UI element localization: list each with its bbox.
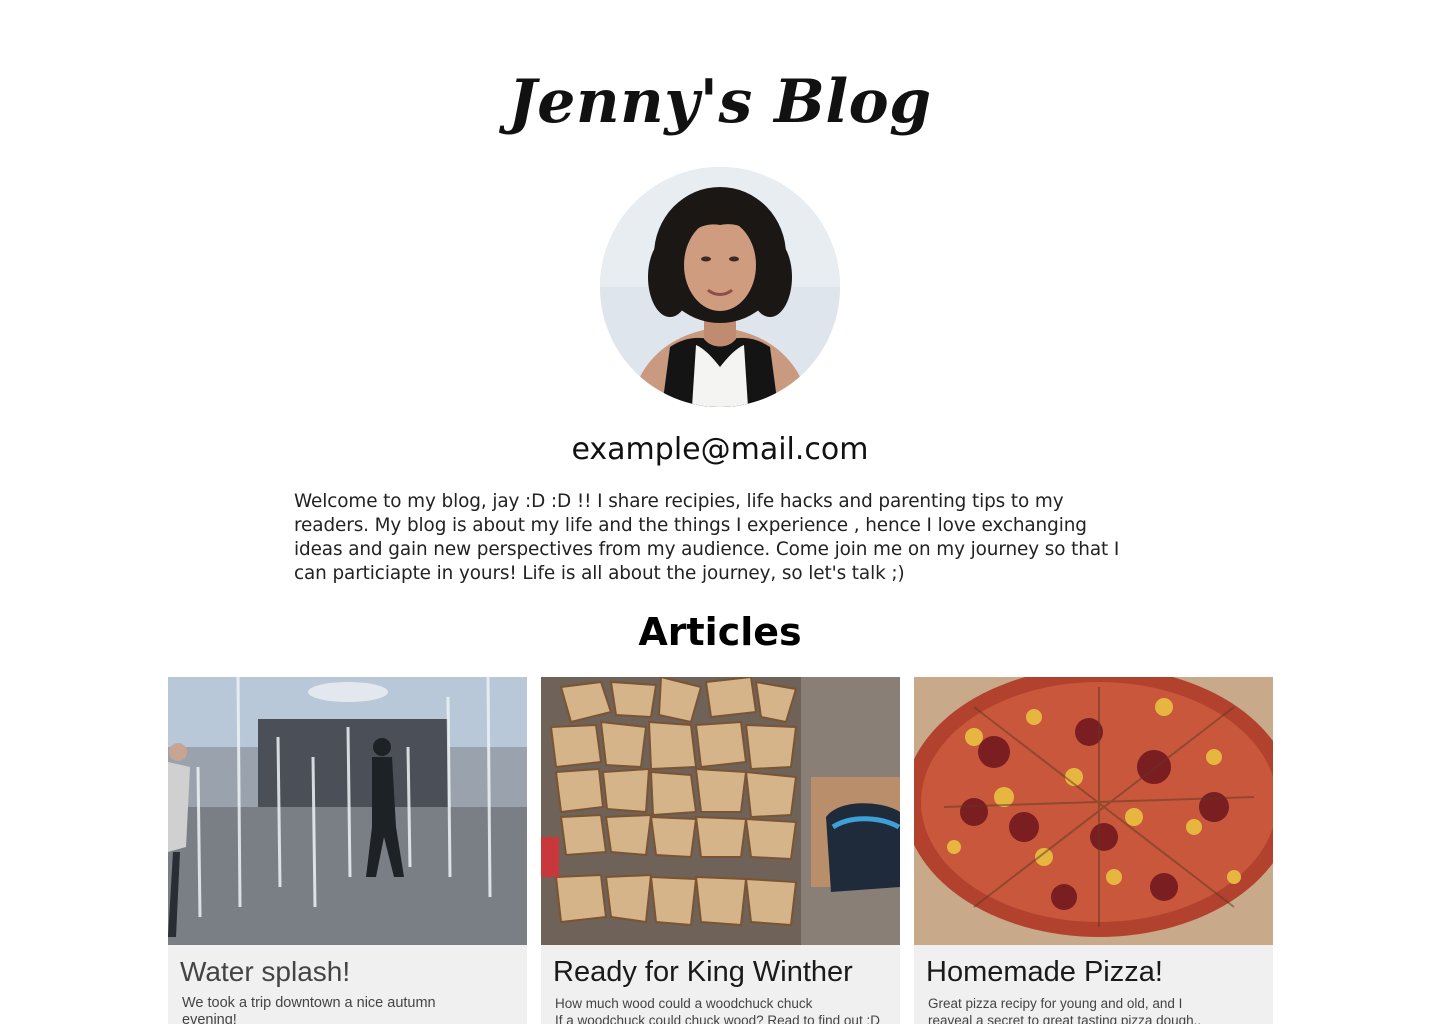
article-description-line: reaveal a secret to great tasting pizza … bbox=[928, 1013, 1202, 1024]
blog-title: Jenny's Blog bbox=[508, 67, 932, 137]
article-description: How much wood could a woodchuck chuck If… bbox=[541, 989, 880, 1024]
intro-paragraph: Welcome to my blog, jay :D :D !! I share… bbox=[294, 491, 1120, 584]
article-description: We took a trip downtown a nice autumn ev… bbox=[168, 989, 468, 1024]
firewood-photo bbox=[541, 677, 900, 945]
article-description-line: How much wood could a woodchuck chuck bbox=[555, 996, 813, 1011]
portrait-photo-icon bbox=[600, 167, 840, 407]
article-description: Great pizza recipy for young and old, an… bbox=[914, 989, 1214, 1024]
article-description-line: Great pizza recipy for young and old, an… bbox=[928, 996, 1183, 1011]
avatar bbox=[600, 167, 840, 407]
article-card-king-winther[interactable]: Ready for King Winther How much wood cou… bbox=[541, 677, 900, 1024]
firewood-photo-icon bbox=[541, 677, 900, 945]
fountain-photo-icon bbox=[168, 677, 527, 945]
article-card-homemade-pizza[interactable]: Homemade Pizza! Great pizza recipy for y… bbox=[914, 677, 1273, 1024]
fountain-photo bbox=[168, 677, 527, 945]
pizza-photo bbox=[914, 677, 1273, 945]
email-address: example@mail.com bbox=[571, 432, 869, 467]
article-description-line: If a woodchuck could chuck wood? Read to… bbox=[555, 1013, 880, 1024]
article-title[interactable]: Water splash! bbox=[168, 945, 527, 989]
articles-heading: Articles bbox=[638, 610, 802, 654]
article-description-line: We took a trip downtown a nice autumn bbox=[182, 995, 436, 1011]
article-title[interactable]: Homemade Pizza! bbox=[914, 945, 1273, 989]
article-description-line: evening! bbox=[182, 1012, 237, 1024]
article-card-water-splash[interactable]: Water splash! We took a trip downtown a … bbox=[168, 677, 527, 1024]
pizza-photo-icon bbox=[914, 677, 1273, 945]
article-title[interactable]: Ready for King Winther bbox=[541, 945, 900, 989]
